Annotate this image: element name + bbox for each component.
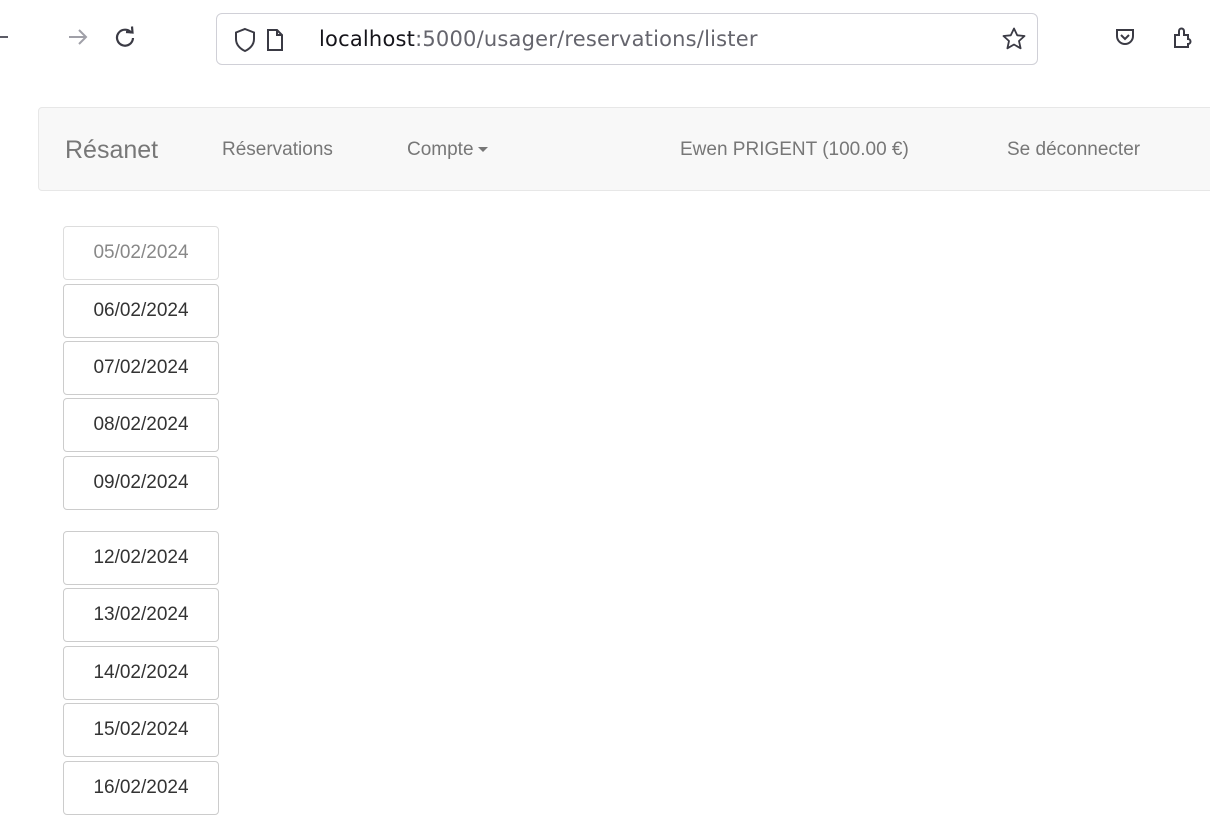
back-button[interactable] <box>0 22 14 52</box>
date-button[interactable]: 06/02/2024 <box>63 284 219 338</box>
url-host: localhost <box>319 27 416 51</box>
date-button[interactable]: 13/02/2024 <box>63 588 219 642</box>
arrow-left-icon <box>0 36 8 38</box>
date-button[interactable]: 16/02/2024 <box>63 761 219 815</box>
date-button[interactable]: 15/02/2024 <box>63 703 219 757</box>
date-button[interactable]: 12/02/2024 <box>63 531 219 585</box>
date-button[interactable]: 09/02/2024 <box>63 456 219 510</box>
date-button[interactable]: 08/02/2024 <box>63 398 219 452</box>
date-button[interactable]: 05/02/2024 <box>63 226 219 280</box>
nav-reservations[interactable]: Réservations <box>222 108 333 192</box>
shield-icon[interactable] <box>233 27 257 53</box>
pocket-button[interactable] <box>1110 22 1140 52</box>
pocket-icon <box>1116 29 1134 45</box>
date-button[interactable]: 07/02/2024 <box>63 341 219 395</box>
star-icon[interactable] <box>1001 26 1027 52</box>
nav-logout[interactable]: Se déconnecter <box>1007 108 1140 192</box>
extensions-icon <box>1174 27 1192 48</box>
date-button[interactable]: 14/02/2024 <box>63 646 219 700</box>
arrow-right-icon <box>69 29 88 45</box>
nav-user-balance[interactable]: Ewen PRIGENT (100.00 €) <box>680 108 909 192</box>
reload-button[interactable] <box>110 22 140 52</box>
url-bar[interactable]: localhost:5000/usager/reservations/liste… <box>216 13 1038 65</box>
nav-account-label: Compte <box>407 139 474 160</box>
browser-toolbar: localhost:5000/usager/reservations/liste… <box>0 0 1210 82</box>
app-navbar: Résanet Réservations Compte Ewen PRIGENT… <box>38 107 1210 191</box>
nav-account-dropdown[interactable]: Compte <box>407 108 488 192</box>
forward-button[interactable] <box>63 22 93 52</box>
brand-link[interactable]: Résanet <box>65 108 158 192</box>
page-icon[interactable] <box>265 28 285 52</box>
extensions-button[interactable] <box>1168 22 1198 52</box>
reload-icon <box>115 26 135 47</box>
caret-down-icon <box>477 147 488 153</box>
url-text[interactable]: localhost:5000/usager/reservations/liste… <box>319 27 758 51</box>
url-path: :5000/usager/reservations/lister <box>415 27 758 51</box>
